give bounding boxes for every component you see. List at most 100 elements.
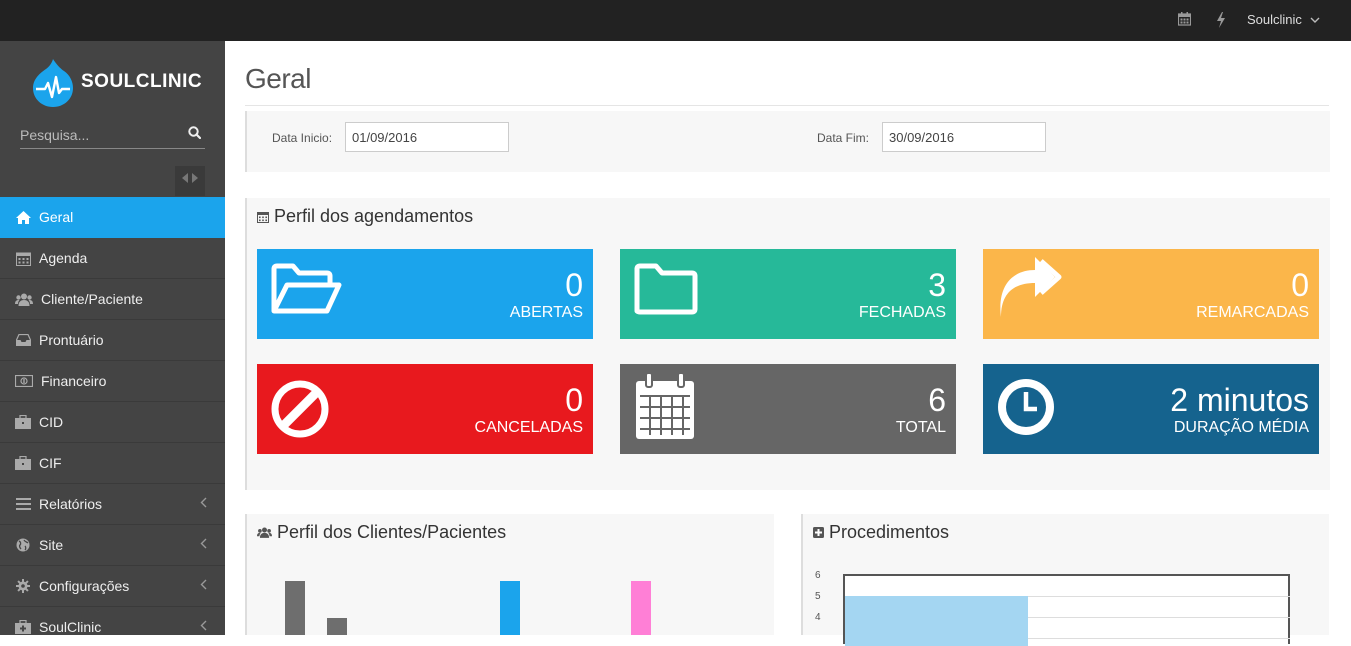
- chart-bar: [285, 581, 305, 635]
- sidebar-menu: Geral Agenda Cliente/Paciente Prontuário…: [0, 197, 225, 635]
- folder-icon: [634, 263, 698, 322]
- sidebar-item-label: CID: [39, 414, 64, 430]
- panel-title: Procedimentos: [813, 522, 949, 543]
- tile-duracao-media[interactable]: 2 minutos DURAÇÃO MÉDIA: [983, 364, 1319, 454]
- tile-label: TOTAL: [895, 419, 946, 436]
- agendamentos-panel: Perfil dos agendamentos 0 ABERTAS 3 FECH…: [245, 198, 1330, 490]
- search-input[interactable]: [20, 123, 180, 147]
- users-icon: [257, 527, 272, 538]
- tile-label: CANCELADAS: [474, 419, 583, 436]
- top-navbar: Soulclinic: [0, 0, 1351, 41]
- tile-value: 0: [1291, 267, 1309, 303]
- chart-bar: [500, 581, 520, 635]
- sidebar-item-label: Site: [39, 537, 64, 553]
- chevron-down-icon: [1310, 16, 1320, 27]
- tile-label: REMARCADAS: [1196, 304, 1309, 321]
- sidebar-item-label: Prontuário: [39, 332, 104, 348]
- sidebar-item-cif[interactable]: CIF: [0, 443, 225, 484]
- reply-all-icon: [997, 257, 1067, 324]
- sidebar-item-label: CIF: [39, 455, 62, 471]
- sidebar-item-financeiro[interactable]: Financeiro: [0, 361, 225, 402]
- date-filter: Data Inicio: Data Fim:: [245, 111, 1330, 172]
- y-tick-label: 5: [815, 591, 821, 602]
- panel-title-text: Perfil dos Clientes/Pacientes: [277, 522, 507, 542]
- end-date-field[interactable]: [882, 122, 1046, 152]
- tile-abertas[interactable]: 0 ABERTAS: [257, 249, 593, 339]
- y-tick-label: 4: [815, 612, 821, 623]
- tile-canceladas[interactable]: 0 CANCELADAS: [257, 364, 593, 454]
- sidebar-item-label: SoulClinic: [39, 619, 102, 635]
- sidebar-item-cid[interactable]: CID: [0, 402, 225, 443]
- bolt-icon[interactable]: [1216, 12, 1226, 31]
- chevron-left-icon: [200, 497, 207, 511]
- procedimentos-chart: [843, 574, 1290, 646]
- procedimentos-panel: Procedimentos 6 5 4: [801, 514, 1329, 646]
- calendar-icon: [257, 211, 269, 223]
- page-title: Geral: [245, 63, 311, 94]
- sidebar-item-prontuario[interactable]: Prontuário: [0, 320, 225, 361]
- calendar-icon[interactable]: [1177, 12, 1192, 29]
- chart-bar: [327, 618, 347, 635]
- divider: [245, 105, 1329, 106]
- sidebar-item-configuracoes[interactable]: Configurações: [0, 566, 225, 607]
- tile-value: 3: [928, 267, 946, 303]
- end-date-label: Data Fim:: [817, 131, 870, 145]
- inbox-icon: [15, 332, 31, 348]
- search-icon[interactable]: [188, 126, 202, 144]
- gear-icon: [15, 578, 31, 594]
- clientes-panel: Perfil dos Clientes/Pacientes: [245, 514, 774, 635]
- chevron-left-icon: [200, 620, 207, 634]
- sidebar-item-label: Agenda: [39, 250, 88, 266]
- plus-square-icon: [813, 527, 824, 538]
- tile-remarcadas[interactable]: 0 REMARCADAS: [983, 249, 1319, 339]
- tile-total[interactable]: 6 TOTAL: [620, 364, 956, 454]
- tile-value: 6: [928, 382, 946, 418]
- sidebar-item-label: Geral: [39, 209, 74, 225]
- chevron-left-icon: [200, 579, 207, 593]
- panel-title-text: Perfil dos agendamentos: [274, 206, 474, 226]
- list-icon: [15, 496, 31, 512]
- brand-logo[interactable]: SOULCLINIC: [32, 57, 212, 109]
- sidebar-item-label: Cliente/Paciente: [41, 291, 143, 307]
- panel-title: Perfil dos Clientes/Pacientes: [257, 522, 506, 543]
- start-date-field[interactable]: [345, 122, 509, 152]
- money-icon: [15, 373, 33, 389]
- briefcase-icon: [15, 414, 31, 430]
- globe-icon: [15, 537, 31, 553]
- tile-value: 2 minutos: [1170, 382, 1309, 418]
- search-field[interactable]: [20, 123, 205, 149]
- sidebar-item-site[interactable]: Site: [0, 525, 225, 566]
- sidebar-item-geral[interactable]: Geral: [0, 197, 225, 238]
- tile-label: ABERTAS: [509, 304, 583, 321]
- sidebar-item-cliente-paciente[interactable]: Cliente/Paciente: [0, 279, 225, 320]
- users-icon: [15, 291, 33, 307]
- panel-title-text: Procedimentos: [829, 522, 950, 542]
- sidebar-toggle-button[interactable]: [175, 166, 205, 196]
- chart-bar: [845, 596, 1028, 646]
- sidebar-item-agenda[interactable]: Agenda: [0, 238, 225, 279]
- sidebar-item-relatorios[interactable]: Relatórios: [0, 484, 225, 525]
- sidebar-item-label: Financeiro: [41, 373, 107, 389]
- brand-name: SOULCLINIC: [81, 71, 203, 92]
- user-menu[interactable]: Soulclinic: [1247, 11, 1320, 31]
- tile-label: DURAÇÃO MÉDIA: [1173, 419, 1309, 436]
- chart-bar: [631, 581, 651, 635]
- tile-label: FECHADAS: [858, 304, 946, 321]
- tile-value: 0: [565, 382, 583, 418]
- main-content: Geral Data Inicio: Data Fim: Perfil dos …: [225, 41, 1351, 646]
- sidebar: SOULCLINIC Geral Agenda Cliente/Paciente: [0, 41, 225, 635]
- tile-fechadas[interactable]: 3 FECHADAS: [620, 249, 956, 339]
- folder-open-icon: [271, 263, 343, 322]
- calendar-icon: [15, 250, 31, 266]
- sidebar-item-label: Relatórios: [39, 496, 103, 512]
- sidebar-item-label: Configurações: [39, 578, 130, 594]
- y-tick-label: 6: [815, 570, 821, 581]
- start-date-label: Data Inicio:: [272, 131, 333, 145]
- tile-value: 0: [565, 267, 583, 303]
- calendar-icon: [634, 372, 696, 446]
- briefcase-icon: [15, 455, 31, 471]
- clock-icon: [997, 378, 1055, 441]
- sidebar-item-soulclinic[interactable]: SoulClinic: [0, 607, 225, 635]
- home-icon: [15, 209, 31, 225]
- user-name: Soulclinic: [1247, 12, 1302, 27]
